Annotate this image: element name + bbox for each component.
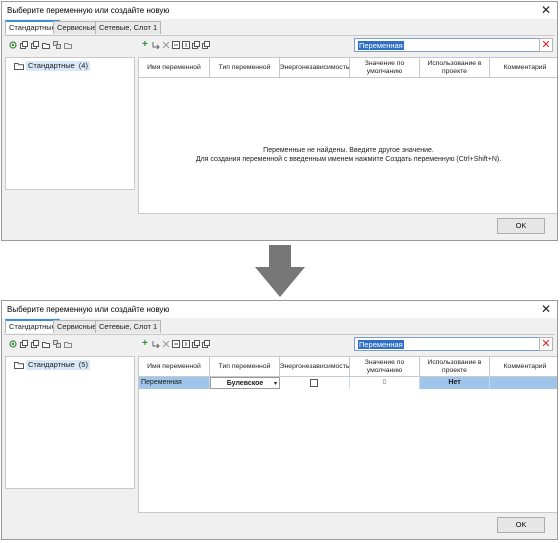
empty-message-line2: Для создания переменной с введенным имен… [195, 156, 502, 163]
cell-usage: Нет [420, 377, 490, 389]
tab-network-slot1[interactable]: Сетевые, Слот 1 [95, 21, 162, 34]
chevron-down-icon[interactable]: ▾ [274, 378, 277, 390]
tab-network-slot1[interactable]: Сетевые, Слот 1 [95, 320, 162, 333]
column-header-type[interactable]: Тип переменной [210, 58, 280, 78]
cell-comment[interactable] [490, 377, 557, 389]
folder-tree: Стандартные (4) [5, 57, 135, 190]
search-input[interactable]: Переменная [354, 38, 540, 52]
export-icon[interactable] [182, 340, 190, 348]
tab-service[interactable]: Сервисные [53, 21, 101, 34]
column-header-name[interactable]: Имя переменной [139, 58, 210, 78]
column-header-comment[interactable]: Комментарий [490, 357, 557, 377]
close-icon[interactable]: ✕ [539, 302, 553, 316]
folder-remove-icon[interactable] [64, 340, 72, 348]
title-bar: Выберите переменную или создайте новую ✕ [2, 2, 557, 19]
folder-copy-icon[interactable] [53, 41, 61, 49]
cell-default[interactable]: 0 [350, 377, 420, 389]
cell-name[interactable]: Переменная [139, 377, 210, 389]
add-variable-icon[interactable]: + [142, 40, 150, 50]
delete-icon[interactable] [162, 41, 170, 49]
add-folder-icon[interactable] [42, 340, 50, 348]
footer: OK [2, 514, 557, 539]
select-variable-dialog-after: Выберите переменную или создайте новую ✕… [1, 300, 558, 540]
variables-table: Имя переменной Тип переменной Энергонеза… [138, 356, 557, 513]
add-folder-icon[interactable] [42, 41, 50, 49]
import-icon[interactable] [172, 340, 180, 348]
eye-icon[interactable] [9, 41, 17, 49]
close-icon[interactable]: ✕ [539, 3, 553, 17]
column-header-comment[interactable]: Комментарий [490, 58, 557, 78]
select-variable-dialog-before: Выберите переменную или создайте новую ✕… [1, 1, 558, 241]
search-text: Переменная [358, 340, 404, 349]
arrow-down-icon [252, 243, 308, 301]
column-header-default[interactable]: Значение по умолчанию [350, 58, 420, 78]
tab-service[interactable]: Сервисные [53, 320, 101, 333]
ok-button[interactable]: OK [497, 218, 545, 234]
table-row[interactable]: Переменная Булевское ▾ 0 Нет [139, 377, 557, 389]
ok-button[interactable]: OK [497, 517, 545, 533]
copy-variable-icon[interactable] [192, 340, 200, 348]
toolbar: + Переменная ✕ [4, 35, 555, 55]
folder-icon [14, 62, 24, 73]
import-icon[interactable] [172, 41, 180, 49]
add-variable-icon[interactable]: + [142, 339, 150, 349]
folder-tree: Стандартные (5) [5, 356, 135, 489]
copy-variable-icon[interactable] [192, 41, 200, 49]
clear-search-button[interactable]: ✕ [539, 337, 553, 351]
eye-icon[interactable] [9, 340, 17, 348]
delete-icon[interactable] [162, 340, 170, 348]
cell-nonvolatile [280, 377, 350, 389]
paste-variable-icon[interactable] [202, 41, 210, 49]
nonvolatile-checkbox[interactable] [310, 379, 318, 387]
empty-message: Переменные не найдены. Введите другое зн… [139, 146, 557, 164]
column-header-usage[interactable]: Использование в проекте [420, 357, 490, 377]
variables-table: Имя переменной Тип переменной Энергонеза… [138, 57, 557, 214]
export-icon[interactable] [182, 41, 190, 49]
column-header-nonvolatile[interactable]: Энергонезависимость [280, 58, 350, 78]
column-header-default[interactable]: Значение по умолчанию [350, 357, 420, 377]
type-select-value: Булевское [226, 380, 264, 387]
tab-standard[interactable]: Стандартные [5, 319, 60, 333]
dialog-title: Выберите переменную или создайте новую [7, 305, 170, 314]
dialog-title: Выберите переменную или создайте новую [7, 6, 170, 15]
search-text: Переменная [358, 41, 404, 50]
add-child-icon[interactable] [152, 340, 160, 348]
column-header-type[interactable]: Тип переменной [210, 357, 280, 377]
empty-message-line1: Переменные не найдены. Введите другое зн… [263, 147, 434, 154]
duplicate-icon[interactable] [31, 340, 39, 348]
type-select[interactable]: Булевское ▾ [210, 377, 280, 389]
footer: OK [2, 215, 557, 240]
column-header-usage[interactable]: Использование в проекте [420, 58, 490, 78]
search-input[interactable]: Переменная [354, 337, 540, 351]
folder-copy-icon[interactable] [53, 340, 61, 348]
tree-item-label: Стандартные [28, 61, 75, 70]
folder-icon [14, 361, 24, 372]
column-header-name[interactable]: Имя переменной [139, 357, 210, 377]
duplicate-icon[interactable] [31, 41, 39, 49]
tree-item-label: Стандартные [28, 360, 75, 369]
clear-search-button[interactable]: ✕ [539, 38, 553, 52]
tree-item-count: (5) [78, 360, 88, 369]
tree-item-count: (4) [78, 61, 88, 70]
copy-icon[interactable] [20, 340, 28, 348]
add-child-icon[interactable] [152, 41, 160, 49]
column-header-nonvolatile[interactable]: Энергонезависимость [280, 357, 350, 377]
title-bar: Выберите переменную или создайте новую ✕ [2, 301, 557, 318]
tab-standard[interactable]: Стандартные [5, 20, 60, 34]
toolbar: + Переменная ✕ [4, 334, 555, 354]
paste-variable-icon[interactable] [202, 340, 210, 348]
folder-remove-icon[interactable] [64, 41, 72, 49]
copy-icon[interactable] [20, 41, 28, 49]
